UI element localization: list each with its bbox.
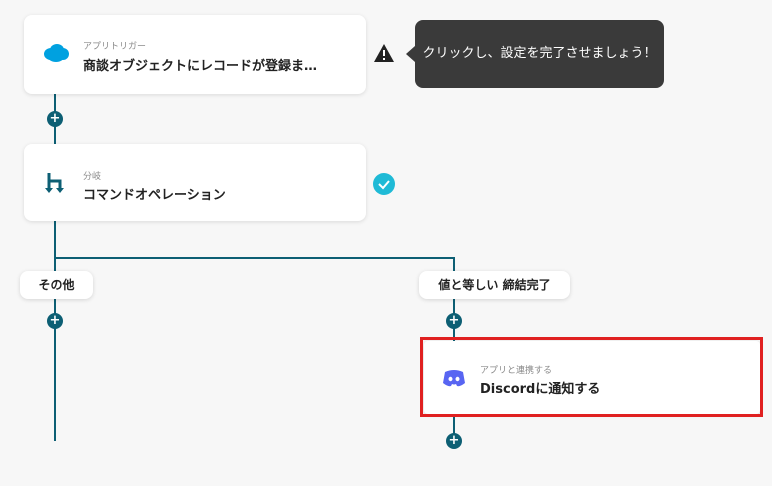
trigger-card[interactable]: アプリトリガー 商談オブジェクトにレコードが登録ま…	[24, 15, 366, 94]
trigger-sub-label: アプリトリガー	[83, 42, 147, 52]
branch-icon	[44, 171, 66, 199]
connector-branch-left	[54, 221, 56, 441]
add-step-button[interactable]: +	[47, 111, 63, 127]
add-step-button-left-branch[interactable]: +	[47, 313, 63, 329]
setup-tooltip: クリックし、設定を完了させましょう！	[406, 20, 664, 88]
highlight-frame	[420, 337, 763, 417]
check-circle-icon	[373, 173, 395, 199]
branch-label-other[interactable]: その他	[20, 271, 93, 299]
trigger-title: 商談オブジェクトにレコードが登録ま…	[83, 59, 318, 74]
connector-branch-horizontal	[54, 257, 455, 259]
branch-title: コマンドオペレーション	[83, 188, 226, 203]
branch-card[interactable]: 分岐 コマンドオペレーション	[24, 144, 366, 221]
add-step-button-after-discord[interactable]: +	[446, 433, 462, 449]
branch-label-equals-completed[interactable]: 値と等しい 締結完了	[419, 271, 570, 299]
add-step-button-right-branch[interactable]: +	[446, 313, 462, 329]
warning-triangle-icon[interactable]	[373, 43, 395, 67]
salesforce-cloud-icon	[42, 43, 70, 67]
branch-sub-label: 分岐	[83, 172, 102, 182]
